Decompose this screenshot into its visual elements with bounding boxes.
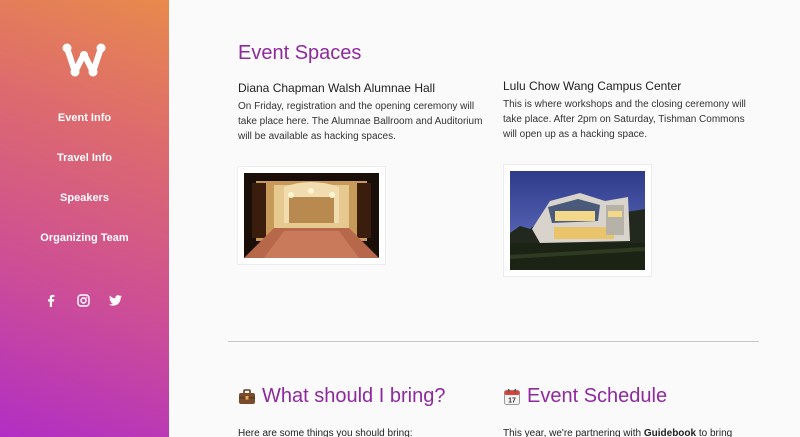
schedule-heading: 17 Event Schedule [503, 385, 667, 408]
nav-event-info[interactable]: Event Info [0, 112, 169, 124]
schedule-intro-tail: to bring [696, 428, 733, 437]
guidebook-link[interactable]: Guidebook [644, 428, 696, 437]
venue-1-name: Diana Chapman Walsh Alumnae Hall [238, 81, 435, 95]
logo-icon[interactable] [61, 42, 107, 78]
venue-1-description: On Friday, registration and the opening … [238, 101, 483, 142]
social-links [44, 293, 122, 307]
event-spaces-heading: Event Spaces [238, 42, 362, 64]
instagram-icon[interactable] [76, 293, 90, 307]
bring-heading: What should I bring? [238, 385, 445, 408]
venue-2-photo [503, 164, 652, 277]
nav-travel-info[interactable]: Travel Info [0, 152, 169, 164]
twitter-icon[interactable] [108, 293, 122, 307]
bring-intro: Here are some things you should bring: [238, 428, 413, 437]
briefcase-icon [239, 388, 255, 404]
nav-organizing-team[interactable]: Organizing Team [0, 232, 169, 244]
schedule-title: Event Schedule [527, 385, 668, 407]
schedule-intro-text: This year, we're partnering with [503, 428, 644, 437]
bring-title: What should I bring? [262, 385, 446, 407]
venue-1-photo [237, 166, 386, 265]
nav-speakers[interactable]: Speakers [0, 192, 169, 204]
venue-2-name: Lulu Chow Wang Campus Center [503, 79, 682, 93]
svg-text:17: 17 [508, 397, 516, 404]
section-divider [228, 341, 759, 342]
calendar-icon: 17 [504, 388, 520, 405]
schedule-intro: This year, we're partnering with Guidebo… [503, 428, 732, 437]
facebook-icon[interactable] [44, 293, 58, 307]
sidebar: Event Info Travel Info Speakers Organizi… [0, 0, 169, 437]
venue-2-description: This is where workshops and the closing … [503, 99, 746, 140]
